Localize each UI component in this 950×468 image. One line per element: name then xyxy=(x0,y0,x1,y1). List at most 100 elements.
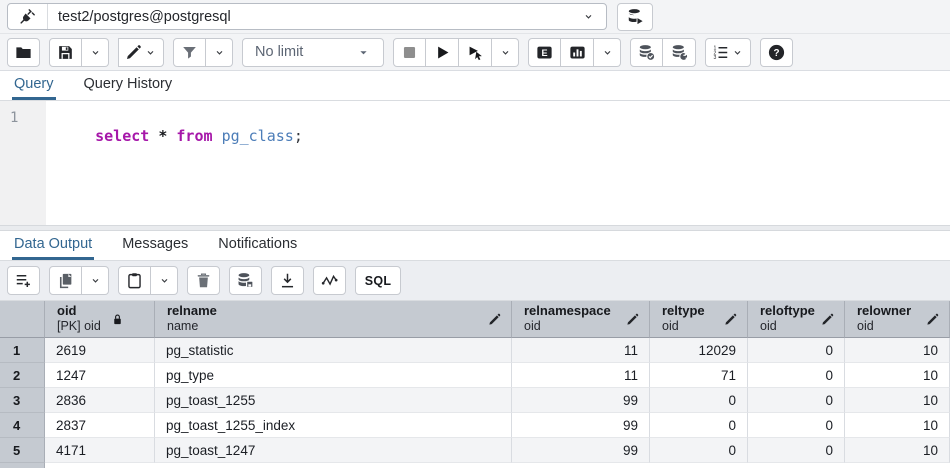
cell-relname[interactable]: pg_statistic xyxy=(155,338,512,363)
cell-reltype[interactable]: 71 xyxy=(650,363,748,388)
database-undo-icon xyxy=(670,43,689,62)
connection-selector[interactable]: test2/postgres@postgresql xyxy=(7,3,607,30)
cell-oid[interactable]: 4171 xyxy=(45,438,155,463)
cell-reltype[interactable]: 12029 xyxy=(650,338,748,363)
column-type: name xyxy=(167,319,217,334)
macros-button[interactable] xyxy=(705,38,751,67)
explain-e-icon xyxy=(535,43,554,62)
download-results-button[interactable] xyxy=(271,266,304,295)
tab-data-output[interactable]: Data Output xyxy=(12,231,94,260)
tab-messages[interactable]: Messages xyxy=(120,231,190,260)
save-data-changes-button[interactable] xyxy=(229,266,262,295)
cell-relowner[interactable]: 10 xyxy=(845,388,950,413)
cell-reloftype[interactable]: 0 xyxy=(748,413,845,438)
copy-options-button[interactable] xyxy=(82,266,109,295)
cell-reloftype[interactable]: 0 xyxy=(748,338,845,363)
row-number[interactable]: 2 xyxy=(0,363,45,388)
cell-reloftype[interactable]: 0 xyxy=(748,438,845,463)
cell-reltype[interactable]: 0 xyxy=(650,413,748,438)
question-mark-icon xyxy=(767,43,786,62)
code-token-plain xyxy=(213,127,222,145)
help-button[interactable] xyxy=(760,38,793,67)
row-limit-select[interactable]: No limit xyxy=(242,38,384,67)
new-connection-button[interactable] xyxy=(617,3,653,31)
row-number[interactable]: 4 xyxy=(0,413,45,438)
explain-options-button[interactable] xyxy=(594,38,621,67)
code-token-keyword: from xyxy=(176,127,212,145)
column-header-oid[interactable]: oid[PK] oid xyxy=(45,301,155,338)
database-save-icon xyxy=(236,271,255,290)
cell-oid[interactable]: 2619 xyxy=(45,338,155,363)
trash-icon xyxy=(194,271,213,290)
sql-editor[interactable]: 1 select * from pg_class; xyxy=(0,101,950,225)
cell-relnamespace[interactable]: 99 xyxy=(512,438,650,463)
cell-oid[interactable]: 2837 xyxy=(45,413,155,438)
cell-reloftype[interactable]: 0 xyxy=(748,363,845,388)
column-name: reloftype xyxy=(760,303,815,319)
row-number[interactable]: 3 xyxy=(0,388,45,413)
show-sql-button[interactable]: SQL xyxy=(355,266,401,295)
column-name: reltype xyxy=(662,303,705,319)
results-toolbar: SQL xyxy=(0,261,950,301)
explain-button[interactable] xyxy=(528,38,561,67)
cell-reloftype[interactable]: 0 xyxy=(748,388,845,413)
execute-to-cursor-button[interactable] xyxy=(459,38,492,67)
database-check-icon xyxy=(637,43,656,62)
filter-button[interactable] xyxy=(173,38,206,67)
column-header-relnamespace[interactable]: relnamespaceoid xyxy=(512,301,650,338)
cell-relowner[interactable]: 10 xyxy=(845,363,950,388)
edit-button[interactable] xyxy=(118,38,164,67)
editor-gutter: 1 xyxy=(0,101,46,225)
cell-relnamespace[interactable]: 11 xyxy=(512,338,650,363)
copy-button[interactable] xyxy=(49,266,82,295)
cell-relname[interactable]: pg_toast_1255_index xyxy=(155,413,512,438)
code-area[interactable]: select * from pg_class; xyxy=(46,101,950,225)
column-header-relname[interactable]: relnamename xyxy=(155,301,512,338)
delete-row-button[interactable] xyxy=(187,266,220,295)
graph-visualiser-button[interactable] xyxy=(313,266,346,295)
select-all-corner[interactable] xyxy=(0,301,45,338)
chevron-down-icon xyxy=(88,45,103,60)
column-name: oid xyxy=(57,303,101,319)
tab-notifications[interactable]: Notifications xyxy=(216,231,299,260)
chevron-down-icon xyxy=(498,45,513,60)
cell-relowner[interactable]: 10 xyxy=(845,438,950,463)
explain-analyze-button[interactable] xyxy=(561,38,594,67)
chevron-down-icon xyxy=(88,273,103,288)
cell-relname[interactable]: pg_type xyxy=(155,363,512,388)
cell-reltype[interactable]: 0 xyxy=(650,388,748,413)
cell-oid[interactable]: 2836 xyxy=(45,388,155,413)
save-options-button[interactable] xyxy=(82,38,109,67)
commit-button[interactable] xyxy=(630,38,663,67)
chevron-down-icon xyxy=(730,45,745,60)
column-header-reltype[interactable]: reltypeoid xyxy=(650,301,748,338)
tab-query[interactable]: Query xyxy=(12,71,56,100)
cell-relnamespace[interactable]: 99 xyxy=(512,388,650,413)
cell-relname[interactable]: pg_toast_1247 xyxy=(155,438,512,463)
cell-reltype[interactable]: 0 xyxy=(650,438,748,463)
add-row-button[interactable] xyxy=(7,266,40,295)
column-header-reloftype[interactable]: reloftypeoid xyxy=(748,301,845,338)
cell-relowner[interactable]: 10 xyxy=(845,413,950,438)
paste-button[interactable] xyxy=(118,266,151,295)
stop-button[interactable] xyxy=(393,38,426,67)
editor-tabbar: Query Query History xyxy=(0,71,950,101)
cell-relname[interactable]: pg_toast_1255 xyxy=(155,388,512,413)
cell-relnamespace[interactable]: 11 xyxy=(512,363,650,388)
rollback-button[interactable] xyxy=(663,38,696,67)
open-file-button[interactable] xyxy=(7,38,40,67)
tab-query-history[interactable]: Query History xyxy=(82,71,175,100)
cell-relowner[interactable]: 10 xyxy=(845,338,950,363)
paste-options-button[interactable] xyxy=(151,266,178,295)
save-button[interactable] xyxy=(49,38,82,67)
row-number[interactable]: 1 xyxy=(0,338,45,363)
column-header-relowner[interactable]: relowneroid xyxy=(845,301,950,338)
execute-button[interactable] xyxy=(426,38,459,67)
row-number[interactable]: 5 xyxy=(0,438,45,463)
download-icon xyxy=(278,271,297,290)
cell-oid[interactable]: 1247 xyxy=(45,363,155,388)
cell-relnamespace[interactable]: 99 xyxy=(512,413,650,438)
execute-options-button[interactable] xyxy=(492,38,519,67)
filter-options-button[interactable] xyxy=(206,38,233,67)
tab-query-label: Query xyxy=(14,76,54,92)
